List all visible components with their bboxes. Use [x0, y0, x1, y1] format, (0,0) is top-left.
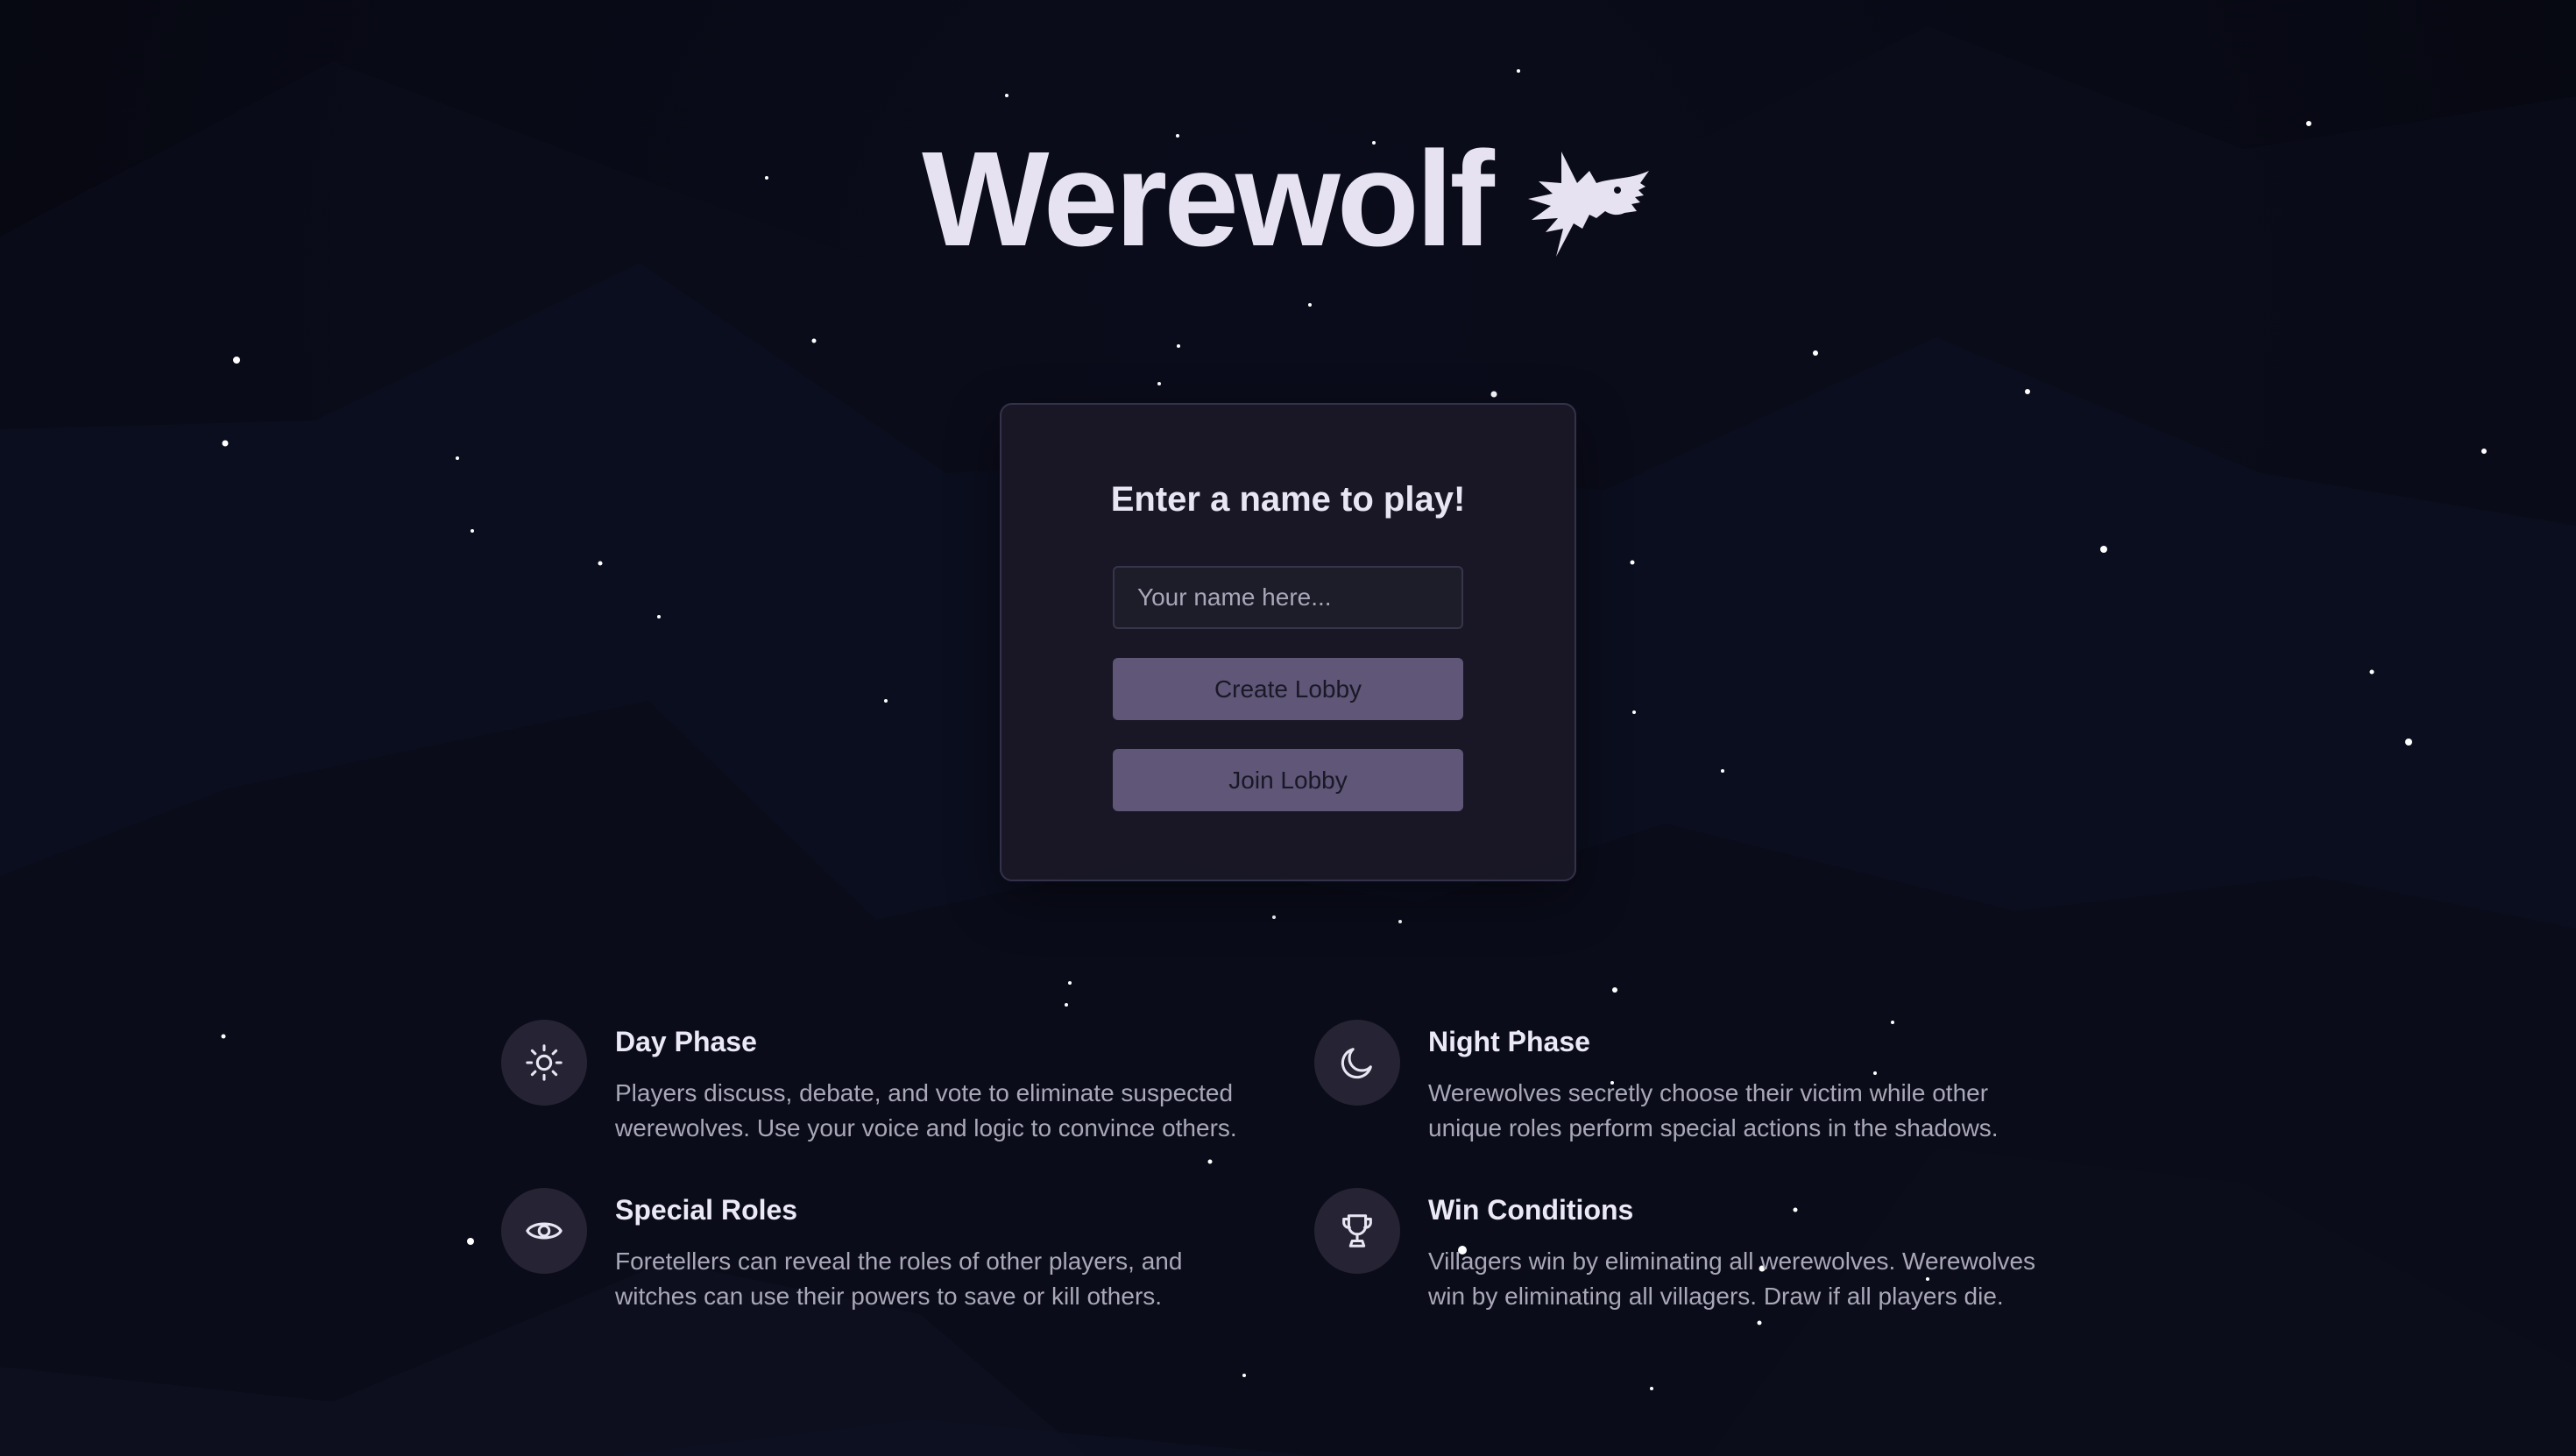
app-title: Werewolf [922, 124, 1495, 274]
join-card: Enter a name to play! Create Lobby Join … [1000, 403, 1576, 881]
wolf-head-icon [1527, 152, 1649, 257]
title-row: Werewolf [0, 131, 2576, 266]
feature-night-phase: Night Phase Werewolves secretly choose t… [1314, 1020, 2050, 1177]
sun-icon [526, 1044, 563, 1081]
feature-title: Special Roles [615, 1194, 798, 1226]
feature-description: Foretellers can reveal the roles of othe… [615, 1247, 1183, 1310]
feature-icon-circle [1314, 1188, 1400, 1274]
feature-title: Night Phase [1428, 1026, 1590, 1057]
trophy-icon [1342, 1214, 1372, 1247]
feature-description: Players discuss, debate, and vote to eli… [615, 1079, 1237, 1141]
eye-icon [526, 1222, 563, 1240]
feature-special-roles: Special Roles Foretellers can reveal the… [501, 1188, 1237, 1346]
feature-description: Villagers win by eliminating all werewol… [1428, 1247, 2036, 1310]
feature-icon-circle [501, 1188, 587, 1274]
feature-title: Day Phase [615, 1026, 757, 1057]
name-input[interactable] [1113, 566, 1463, 629]
join-lobby-button[interactable]: Join Lobby [1113, 749, 1463, 811]
create-lobby-button[interactable]: Create Lobby [1113, 658, 1463, 720]
feature-day-phase: Day Phase Players discuss, debate, and v… [501, 1020, 1237, 1177]
night-sky-background: Werewolf Enter a name to play! Create Lo… [0, 0, 2576, 1456]
moon-icon [1341, 1048, 1372, 1079]
feature-win-conditions: Win Conditions Villagers win by eliminat… [1314, 1188, 2050, 1346]
feature-icon-circle [1314, 1020, 1400, 1106]
card-heading: Enter a name to play! [1110, 480, 1466, 519]
feature-icon-circle [501, 1020, 587, 1106]
feature-title: Win Conditions [1428, 1194, 1634, 1226]
feature-description: Werewolves secretly choose their victim … [1428, 1079, 1999, 1141]
